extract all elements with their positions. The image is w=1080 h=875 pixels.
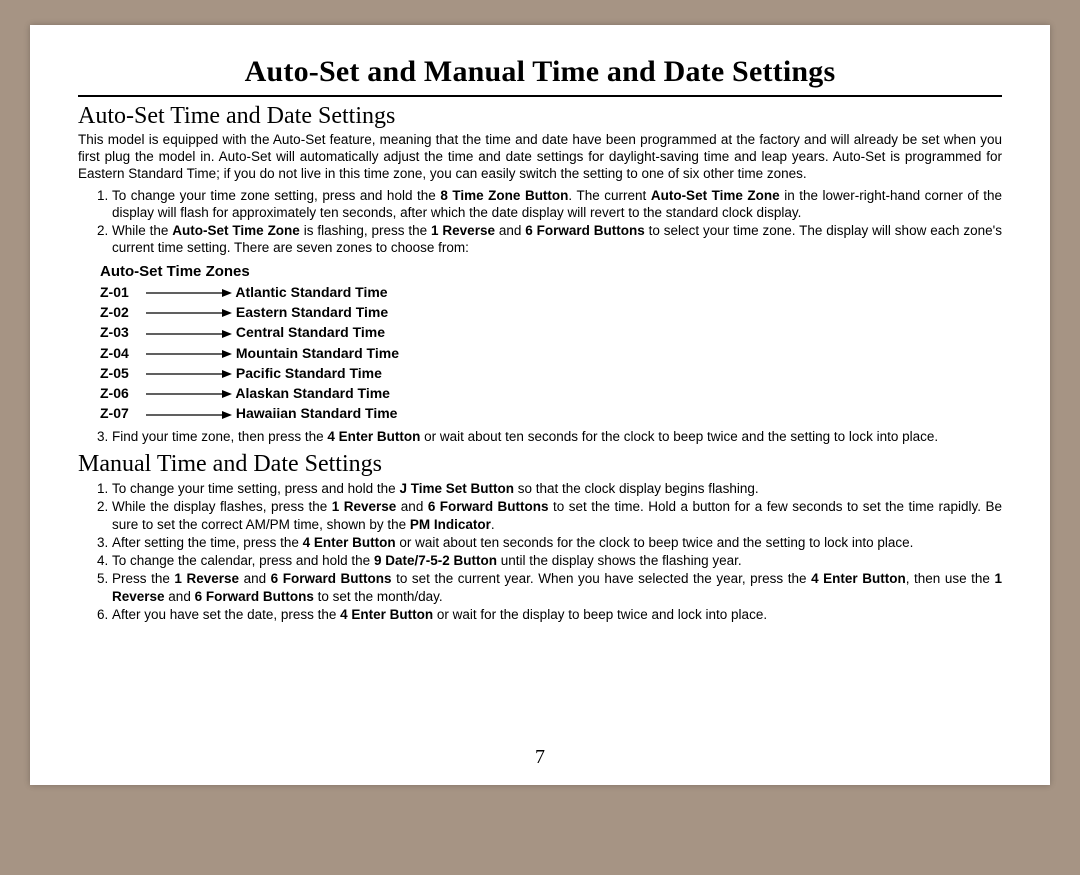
manual-step-4: To change the calendar, press and hold t… xyxy=(112,552,1002,569)
zone-row: Z-04 Mountain Standard Time xyxy=(100,343,1002,363)
arrow-icon xyxy=(146,349,232,359)
arrow-icon xyxy=(146,329,232,339)
autoset-step-1: To change your time zone setting, press … xyxy=(112,187,1002,222)
zone-code: Z-05 xyxy=(100,363,146,383)
page-number: 7 xyxy=(30,746,1050,769)
arrow-icon xyxy=(146,288,232,298)
autoset-intro: This model is equipped with the Auto-Set… xyxy=(78,132,1002,183)
page-title: Auto-Set and Manual Time and Date Settin… xyxy=(78,55,1002,97)
autoset-step-2: While the Auto-Set Time Zone is flashing… xyxy=(112,222,1002,257)
autoset-steps: To change your time zone setting, press … xyxy=(78,187,1002,257)
manual-steps: To change your time setting, press and h… xyxy=(78,480,1002,623)
zone-code: Z-03 xyxy=(100,322,146,342)
manual-step-5: Press the 1 Reverse and 6 Forward Button… xyxy=(112,570,1002,605)
zone-row: Z-05 Pacific Standard Time xyxy=(100,363,1002,383)
zone-row: Z-01 Atlantic Standard Time xyxy=(100,282,1002,302)
zone-name: Alaskan Standard Time xyxy=(235,385,390,401)
zone-name: Central Standard Time xyxy=(236,324,385,340)
zone-name: Pacific Standard Time xyxy=(236,365,382,381)
zone-code: Z-06 xyxy=(100,383,146,403)
section-autoset-heading: Auto-Set Time and Date Settings xyxy=(78,103,1002,130)
zone-name: Eastern Standard Time xyxy=(236,304,388,320)
manual-step-1: To change your time setting, press and h… xyxy=(112,480,1002,497)
zone-row: Z-06 Alaskan Standard Time xyxy=(100,383,1002,403)
zones-list: Z-01 Atlantic Standard TimeZ-02 Eastern … xyxy=(100,282,1002,424)
zone-code: Z-04 xyxy=(100,343,146,363)
arrow-icon xyxy=(146,369,232,379)
zone-row: Z-07 Hawaiian Standard Time xyxy=(100,403,1002,423)
zone-row: Z-02 Eastern Standard Time xyxy=(100,302,1002,322)
autoset-step-3: Find your time zone, then press the 4 En… xyxy=(112,428,1002,445)
manual-page: Auto-Set and Manual Time and Date Settin… xyxy=(30,25,1050,785)
zone-code: Z-02 xyxy=(100,302,146,322)
manual-step-3: After setting the time, press the 4 Ente… xyxy=(112,534,1002,551)
zones-heading: Auto-Set Time Zones xyxy=(100,263,1002,280)
autoset-steps-cont: Find your time zone, then press the 4 En… xyxy=(78,428,1002,445)
zone-name: Hawaiian Standard Time xyxy=(236,405,398,421)
zone-name: Mountain Standard Time xyxy=(236,345,399,361)
arrow-icon xyxy=(146,410,232,420)
manual-step-6: After you have set the date, press the 4… xyxy=(112,606,1002,623)
section-manual-heading: Manual Time and Date Settings xyxy=(78,451,1002,478)
zone-name: Atlantic Standard Time xyxy=(235,284,387,300)
arrow-icon xyxy=(146,389,232,399)
arrow-icon xyxy=(146,308,232,318)
zone-code: Z-01 xyxy=(100,282,146,302)
zone-row: Z-03 Central Standard Time xyxy=(100,322,1002,342)
manual-step-2: While the display flashes, press the 1 R… xyxy=(112,498,1002,533)
zone-code: Z-07 xyxy=(100,403,146,423)
